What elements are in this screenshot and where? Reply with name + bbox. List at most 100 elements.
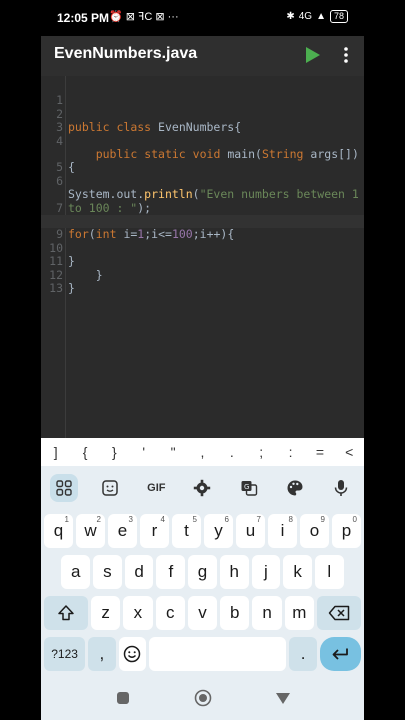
signal-icon: ▲ [316, 11, 326, 22]
symbols-key[interactable]: ?123 [44, 637, 86, 671]
key-label: q [53, 521, 64, 540]
run-button[interactable] [299, 41, 327, 69]
home-button[interactable] [193, 688, 213, 708]
recents-button[interactable] [113, 688, 133, 708]
key-label: t [184, 521, 189, 540]
key-hint: 2 [96, 515, 101, 524]
svg-text:G: G [244, 483, 249, 491]
symbol-key[interactable]: < [339, 444, 359, 460]
soft-keyboard: GIF G q 1 w 2 e 3 r 4 t 5 y 6 u 7 i 8 o … [41, 466, 364, 676]
key-b[interactable]: b [220, 596, 250, 630]
keyboard-row-4: ?123 , . [44, 637, 361, 671]
enter-key[interactable] [319, 637, 361, 671]
key-h[interactable]: h [219, 555, 249, 589]
more-options-button[interactable] [336, 41, 356, 69]
theme-button[interactable] [281, 474, 309, 502]
gif-button[interactable]: GIF [142, 474, 170, 502]
key-w[interactable]: w2 [76, 514, 105, 548]
symbol-key[interactable]: } [104, 444, 124, 460]
enter-icon [333, 648, 349, 660]
notification-icons: ⏰ ⊠ ꟻC ⊠ ··· [109, 11, 179, 23]
navigation-bar [41, 676, 364, 720]
key-j[interactable]: j [251, 555, 281, 589]
key-a[interactable]: a [61, 555, 91, 589]
key-hint: 6 [224, 515, 229, 524]
key-n[interactable]: n [252, 596, 282, 630]
symbol-key[interactable]: . [222, 444, 242, 460]
battery-icon: 78 [329, 10, 348, 23]
emoji-key[interactable] [118, 637, 147, 671]
system-icons: ✱ 4G ▲ 78 [286, 10, 348, 23]
code-line: 13 [41, 269, 364, 295]
period-key[interactable]: . [289, 637, 317, 671]
code-line: 3 [41, 108, 364, 134]
key-hint: 4 [160, 515, 165, 524]
key-q[interactable]: q1 [44, 514, 73, 548]
key-label: p [341, 521, 352, 540]
code-editor[interactable]: 1 2 public class EvenNumbers{ 3 4 public… [41, 76, 364, 438]
code-line: 10 } [41, 228, 364, 268]
key-k[interactable]: k [283, 555, 312, 589]
symbol-key[interactable]: , [192, 444, 212, 460]
symbol-key[interactable]: = [310, 444, 330, 460]
key-label: e [117, 521, 128, 540]
settings-button[interactable] [188, 474, 216, 502]
key-i[interactable]: i8 [268, 514, 297, 548]
key-m[interactable]: m [284, 596, 315, 630]
key-e[interactable]: e3 [108, 514, 137, 548]
translate-icon: G [241, 481, 257, 496]
current-line[interactable]: 9 [41, 215, 364, 241]
microphone-icon [334, 480, 348, 496]
symbol-key[interactable]: ] [46, 444, 66, 460]
gear-icon [194, 479, 211, 497]
key-t[interactable]: t5 [172, 514, 201, 548]
key-hint: 1 [64, 515, 69, 524]
code-line: 2 public class EvenNumbers{ [41, 94, 364, 134]
code-line: 1 [41, 81, 364, 107]
code-line: 11 } [41, 242, 364, 281]
translate-button[interactable]: G [235, 474, 263, 502]
code-line: 7 [41, 188, 364, 215]
shift-key[interactable] [44, 596, 88, 630]
key-o[interactable]: o9 [300, 514, 329, 548]
key-f[interactable]: f [156, 555, 186, 589]
emoji-icon [124, 645, 141, 663]
space-key[interactable] [149, 637, 287, 671]
symbol-key[interactable]: ; [251, 444, 271, 460]
symbol-key[interactable]: ' [134, 444, 154, 460]
key-y[interactable]: y6 [204, 514, 233, 548]
key-d[interactable]: d [124, 555, 154, 589]
code-line: 6 System.out.println("Even numbers betwe… [41, 161, 364, 201]
backspace-key[interactable] [317, 596, 361, 630]
apps-grid-button[interactable] [50, 474, 79, 502]
key-c[interactable]: c [155, 596, 185, 630]
bluetooth-icon: ✱ [286, 11, 295, 22]
symbol-bar: ] { } ' " , . ; : = < [41, 438, 364, 466]
back-button[interactable] [273, 688, 293, 708]
key-v[interactable]: v [187, 596, 218, 630]
sticker-icon [102, 480, 118, 496]
key-s[interactable]: s [93, 555, 122, 589]
key-x[interactable]: x [123, 596, 153, 630]
code-line: 8 for(int i=1;i<=100;i++){ [41, 202, 364, 241]
symbol-key[interactable]: : [281, 444, 301, 460]
more-vert-icon [344, 47, 348, 63]
key-p[interactable]: p0 [332, 514, 361, 548]
shift-icon [58, 605, 74, 621]
symbol-key[interactable]: " [163, 444, 183, 460]
sticker-button[interactable] [96, 474, 124, 502]
key-label: o [309, 521, 320, 540]
keyboard-toolbar: GIF G [41, 472, 364, 504]
keyboard-row-3: z x c v b n m [44, 596, 361, 630]
key-u[interactable]: u7 [236, 514, 265, 548]
key-g[interactable]: g [188, 555, 217, 589]
symbol-key[interactable]: { [75, 444, 95, 460]
voice-input-button[interactable] [327, 474, 355, 502]
recents-icon [116, 692, 129, 704]
key-z[interactable]: z [90, 596, 121, 630]
key-r[interactable]: r4 [140, 514, 169, 548]
key-hint: 8 [288, 515, 293, 524]
comma-key[interactable]: , [88, 637, 116, 671]
file-title: EvenNumbers.java [54, 45, 198, 62]
key-l[interactable]: l [314, 555, 344, 589]
